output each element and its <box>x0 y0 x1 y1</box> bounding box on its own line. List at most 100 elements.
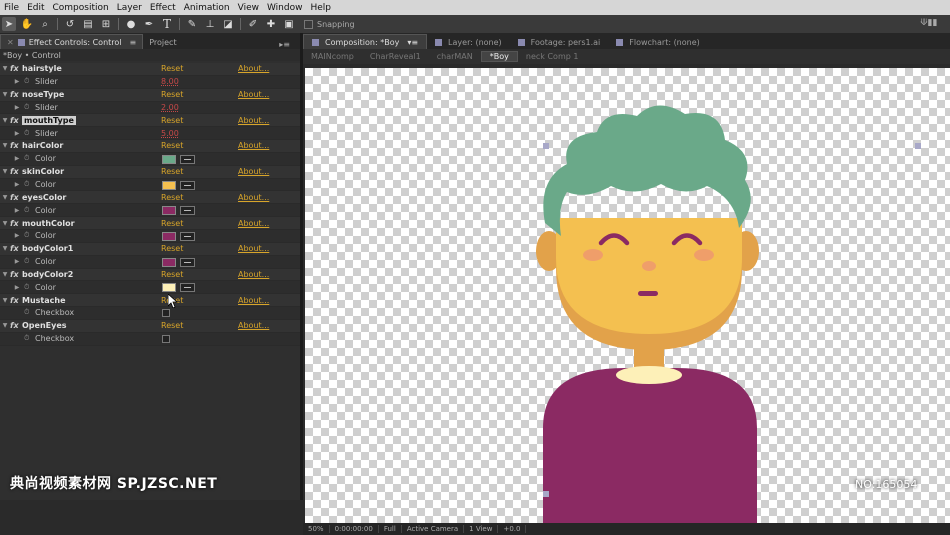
rotate-icon[interactable]: ↺ <box>63 17 77 31</box>
eyedropper-icon[interactable] <box>180 257 195 267</box>
eyedropper-icon[interactable] <box>180 283 195 293</box>
effect-row-haircolor[interactable]: ▼ fx hairColor Reset About... <box>0 140 300 153</box>
fx-icon[interactable]: fx <box>10 90 22 99</box>
reset-button[interactable]: Reset <box>161 116 183 125</box>
menu-item-help[interactable]: Help <box>306 3 335 13</box>
fx-icon[interactable]: fx <box>10 321 22 330</box>
fx-icon[interactable]: fx <box>10 244 22 253</box>
about-link[interactable]: About... <box>238 321 269 330</box>
effect-row-mustache[interactable]: ▼fxMustacheResetAbout... <box>0 294 300 308</box>
effect-name[interactable]: mouthColor <box>22 219 75 228</box>
fx-icon[interactable]: fx <box>10 167 22 176</box>
param-twirl-icon[interactable]: ▶ <box>12 104 22 111</box>
pen-icon[interactable]: ✒ <box>142 17 156 31</box>
effect-name[interactable]: Mustache <box>22 296 66 305</box>
effect-row-bodycolor1[interactable]: ▼ fx bodyColor1 Reset About... <box>0 242 300 256</box>
effect-row-hairstyle[interactable]: ▼ fx hairstyle Reset About... <box>0 63 300 76</box>
reset-button[interactable]: Reset <box>161 219 183 228</box>
viewer-control[interactable]: Active Camera <box>402 525 465 533</box>
reset-button[interactable]: Reset <box>161 193 183 202</box>
fx-icon[interactable]: fx <box>10 64 22 73</box>
viewer-control[interactable]: 1 View <box>464 525 499 533</box>
param-twirl-icon[interactable]: ▶ <box>12 284 22 291</box>
camera-icon[interactable]: ▤ <box>81 17 95 31</box>
slider-value[interactable]: 8.00 <box>161 77 179 86</box>
boy-character[interactable] <box>305 68 950 525</box>
fx-icon[interactable]: fx <box>10 116 22 125</box>
effect-name[interactable]: bodyColor2 <box>22 270 73 279</box>
tab-footage[interactable]: Footage: pers1.ai <box>510 35 609 49</box>
param-twirl-icon[interactable]: ▶ <box>12 130 22 137</box>
fx-icon[interactable]: fx <box>10 141 22 150</box>
snapping-checkbox[interactable] <box>304 19 313 29</box>
expand-twirl-icon[interactable]: ▼ <box>0 220 10 227</box>
effect-name[interactable]: hairstyle <box>22 64 62 73</box>
about-link[interactable]: About... <box>238 244 269 253</box>
stopwatch-icon[interactable]: ⏱ <box>24 77 29 86</box>
about-link[interactable]: About... <box>238 141 269 150</box>
effect-row-bodycolor2[interactable]: ▼ fx bodyColor2 Reset About... <box>0 268 300 282</box>
workspace-icon[interactable]: ▣ <box>282 17 296 31</box>
stopwatch-icon[interactable]: ⏱ <box>24 180 29 189</box>
stopwatch-icon[interactable]: ⏱ <box>24 334 29 343</box>
fx-icon[interactable]: fx <box>10 296 22 305</box>
about-link[interactable]: About... <box>238 270 269 279</box>
puppet-pin-icon[interactable]: ✚ <box>264 17 278 31</box>
effect-name[interactable]: eyesColor <box>22 193 66 202</box>
breadcrumb-item[interactable]: *Boy <box>480 51 518 62</box>
text-icon[interactable]: T <box>160 17 174 31</box>
param-twirl-icon[interactable]: ▶ <box>12 78 22 85</box>
about-link[interactable]: About... <box>238 193 269 202</box>
color-swatch[interactable] <box>162 206 176 216</box>
zoom-icon[interactable]: ⌕ <box>38 17 52 31</box>
menu-item-layer[interactable]: Layer <box>113 3 146 13</box>
effect-row-skincolor[interactable]: ▼ fx skinColor Reset About... <box>0 165 300 179</box>
about-link[interactable]: About... <box>238 90 269 99</box>
toolbar-grip-icon[interactable]: ⟱▮▮ <box>920 18 940 29</box>
select-icon[interactable]: ➤ <box>2 17 16 31</box>
stopwatch-icon[interactable]: ⏱ <box>24 283 29 292</box>
menu-item-animation[interactable]: Animation <box>180 3 234 13</box>
menu-item-window[interactable]: Window <box>263 3 307 13</box>
expand-twirl-icon[interactable]: ▼ <box>0 297 10 304</box>
effect-row-eyescolor[interactable]: ▼ fx eyesColor Reset About... <box>0 191 300 205</box>
effect-row-mouthtype[interactable]: ▼ fx mouthType Reset About... <box>0 114 300 128</box>
color-swatch[interactable] <box>162 231 176 241</box>
stopwatch-icon[interactable]: ⏱ <box>24 154 29 163</box>
effect-row-nosetype[interactable]: ▼ fx noseType Reset About... <box>0 88 300 102</box>
effect-name[interactable]: OpenEyes <box>22 321 67 330</box>
mask-ellipse-icon[interactable]: ● <box>124 17 138 31</box>
eyedropper-icon[interactable] <box>180 154 195 164</box>
slider-value[interactable]: 5.00 <box>161 129 179 138</box>
eraser-icon[interactable]: ◪ <box>221 17 235 31</box>
param-twirl-icon[interactable]: ▶ <box>12 258 22 265</box>
param-checkbox[interactable] <box>162 334 170 343</box>
menu-item-effect[interactable]: Effect <box>146 3 180 13</box>
roto-brush-icon[interactable]: ✐ <box>246 17 260 31</box>
param-checkbox[interactable] <box>162 309 170 318</box>
effect-name[interactable]: mouthType <box>22 115 76 125</box>
stopwatch-icon[interactable]: ⏱ <box>24 206 29 215</box>
eyedropper-icon[interactable] <box>180 231 195 241</box>
reset-button[interactable]: Reset <box>161 270 183 279</box>
param-twirl-icon[interactable]: ▶ <box>12 181 22 188</box>
expand-twirl-icon[interactable]: ▼ <box>0 322 10 329</box>
param-twirl-icon[interactable]: ▶ <box>12 232 22 239</box>
reset-button[interactable]: Reset <box>161 321 183 330</box>
composition-viewer[interactable] <box>305 68 950 525</box>
close-icon[interactable]: ✕ <box>7 38 14 47</box>
effect-name[interactable]: skinColor <box>22 167 64 176</box>
menu-item-view[interactable]: View <box>234 3 263 13</box>
brush-icon[interactable]: ✎ <box>185 17 199 31</box>
color-swatch[interactable] <box>162 154 176 164</box>
menu-item-edit[interactable]: Edit <box>23 3 48 13</box>
panel-menu-icon[interactable]: ≡ <box>130 38 137 47</box>
color-swatch[interactable] <box>162 257 176 267</box>
snapping-toggle[interactable]: Snapping <box>304 19 355 29</box>
menu-item-file[interactable]: File <box>0 3 23 13</box>
effect-name[interactable]: bodyColor1 <box>22 244 73 253</box>
about-link[interactable]: About... <box>238 296 269 305</box>
expand-twirl-icon[interactable]: ▼ <box>0 194 10 201</box>
tab-project[interactable]: Project <box>143 35 182 49</box>
tab-composition[interactable]: Composition: *Boy ▾≡ <box>303 34 428 49</box>
